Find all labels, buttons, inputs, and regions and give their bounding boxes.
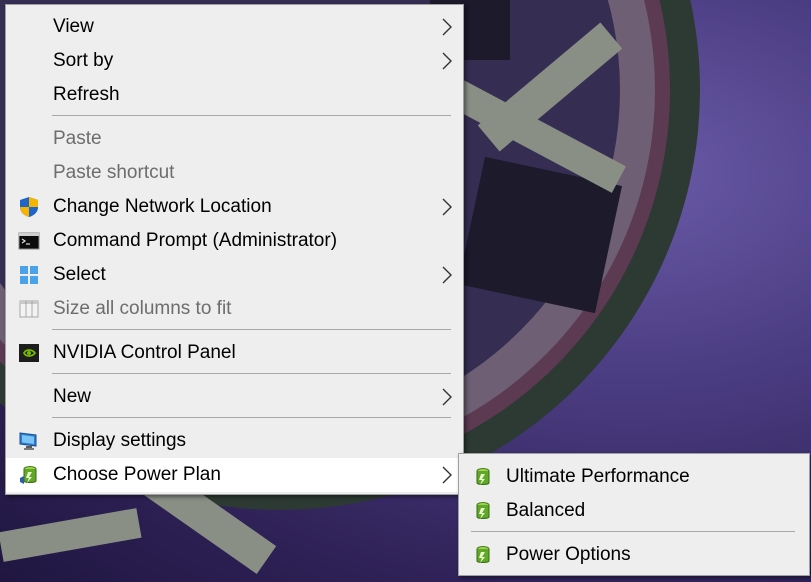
submenu-item-balanced[interactable]: Balanced — [459, 494, 809, 528]
desktop-context-menu: View Sort by Refresh Paste Paste shortcu… — [5, 4, 464, 495]
menu-item-label: NVIDIA Control Panel — [53, 342, 236, 363]
menu-item-label: Change Network Location — [53, 196, 272, 217]
menu-item-label: Sort by — [53, 50, 114, 71]
menu-item-size-all-columns[interactable]: Size all columns to fit — [6, 292, 463, 326]
menu-item-choose-power-plan[interactable]: Choose Power Plan — [6, 458, 463, 492]
menu-item-label: Paste shortcut — [53, 162, 175, 183]
menu-item-label: Choose Power Plan — [53, 464, 221, 485]
submenu-item-ultimate-performance[interactable]: Ultimate Performance — [459, 460, 809, 494]
command-prompt-icon — [18, 232, 40, 250]
menu-item-new[interactable]: New — [6, 380, 463, 414]
menu-separator — [52, 329, 451, 330]
menu-separator — [52, 417, 451, 418]
menu-separator — [471, 531, 795, 532]
chevron-right-icon — [442, 388, 452, 406]
wallpaper-spoke — [0, 508, 142, 562]
submenu-item-label: Ultimate Performance — [506, 466, 690, 487]
menu-item-label: Command Prompt (Administrator) — [53, 230, 338, 251]
menu-item-nvidia-control-panel[interactable]: NVIDIA Control Panel — [6, 336, 463, 370]
columns-icon — [19, 300, 39, 318]
menu-item-label: New — [53, 386, 92, 407]
submenu-item-label: Power Options — [506, 544, 631, 565]
menu-item-label: Paste — [53, 128, 102, 149]
menu-item-label: Select — [53, 264, 106, 285]
menu-item-command-prompt-admin[interactable]: Command Prompt (Administrator) — [6, 224, 463, 258]
submenu-item-power-options[interactable]: Power Options — [459, 538, 809, 572]
nvidia-icon — [19, 344, 39, 362]
chevron-right-icon — [442, 466, 452, 484]
power-plan-submenu: Ultimate Performance Balanced Power Opti… — [458, 453, 810, 576]
menu-item-view[interactable]: View — [6, 10, 463, 44]
uac-shield-icon — [20, 197, 38, 217]
menu-separator — [52, 115, 451, 116]
monitor-icon — [19, 432, 37, 450]
power-plan-battery-icon — [476, 468, 490, 485]
chevron-right-icon — [442, 18, 452, 36]
submenu-item-label: Balanced — [506, 500, 586, 521]
menu-item-change-network-location[interactable]: Change Network Location — [6, 190, 463, 224]
menu-item-refresh[interactable]: Refresh — [6, 78, 463, 112]
menu-item-paste-shortcut[interactable]: Paste shortcut — [6, 156, 463, 190]
chevron-right-icon — [442, 52, 452, 70]
menu-item-sort-by[interactable]: Sort by — [6, 44, 463, 78]
menu-item-label: Refresh — [53, 84, 120, 105]
menu-separator — [52, 373, 451, 374]
chevron-right-icon — [442, 198, 452, 216]
menu-item-select[interactable]: Select — [6, 258, 463, 292]
menu-item-label: Display settings — [53, 430, 187, 451]
power-plan-battery-icon — [476, 502, 490, 519]
power-plan-battery-icon — [476, 546, 490, 563]
power-plan-battery-icon — [20, 466, 37, 484]
menu-item-paste[interactable]: Paste — [6, 122, 463, 156]
menu-item-label: View — [53, 16, 94, 37]
chevron-right-icon — [442, 266, 452, 284]
menu-item-display-settings[interactable]: Display settings — [6, 424, 463, 458]
select-grid-icon — [20, 266, 38, 284]
menu-item-label: Size all columns to fit — [53, 298, 232, 319]
